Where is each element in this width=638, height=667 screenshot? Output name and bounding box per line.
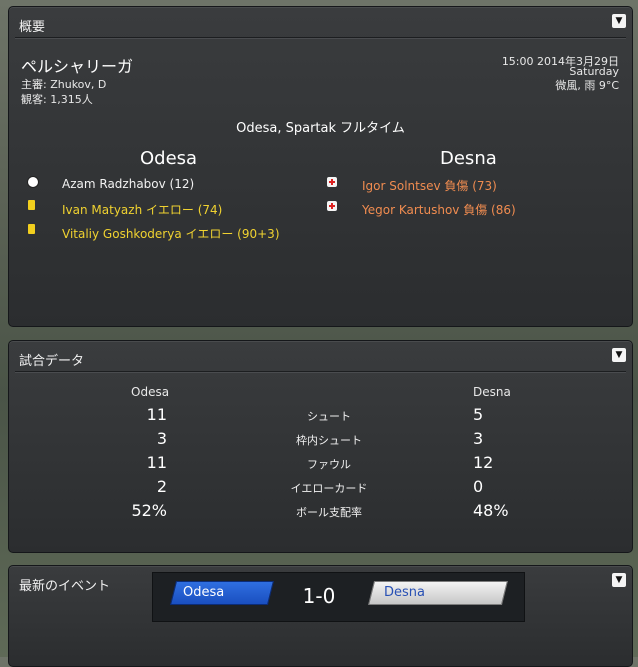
home-event-goal: Azam Radzhabov (12)	[62, 177, 195, 191]
stats-row: 52% ボール支配率 48%	[9, 501, 632, 525]
home-event-card: Vitaliy Goshkoderya イエロー (90+3)	[62, 227, 280, 241]
stat-label: 枠内シュート	[296, 434, 362, 447]
attendance-label: 観客:	[21, 93, 47, 106]
attendance-value: 1,315人	[50, 93, 93, 106]
scoreboard-score: 1-0	[302, 584, 336, 608]
home-event-card: Ivan Matyazh イエロー (74)	[62, 203, 223, 217]
stat-label: ファウル	[307, 458, 351, 471]
latest-events-panel: 最新のイベント ▼ Odesa 1-0 Desna	[8, 565, 633, 667]
chevron-down-icon: ▼	[615, 350, 623, 360]
stat-away-value: 12	[473, 453, 494, 472]
stat-home-value: 11	[146, 405, 167, 424]
yellow-card-icon	[28, 200, 35, 210]
away-event-injury: Igor Solntsev 負傷 (73)	[362, 179, 497, 193]
overview-panel: 概要 ▼ ペルシャリーガ 主審: Zhukov, D 観客: 1,315人 15…	[8, 6, 633, 327]
stat-home-value: 2	[156, 477, 167, 496]
stats-row: 11 ファウル 12	[9, 453, 632, 477]
stats-title: 試合データ	[19, 354, 85, 369]
stats-collapse-button[interactable]: ▼	[612, 348, 626, 362]
stat-home-value: 3	[156, 429, 167, 448]
injury-icon	[327, 177, 337, 187]
stats-row: 11 シュート 5	[9, 405, 632, 429]
stats-row: 2 イエローカード 0	[9, 477, 632, 501]
referee-label: 主審:	[21, 78, 47, 91]
stat-home-value: 11	[146, 453, 167, 472]
scoreboard: Odesa 1-0 Desna	[152, 572, 525, 622]
stat-away-value: 5	[473, 405, 484, 424]
latest-collapse-button[interactable]: ▼	[612, 573, 626, 587]
stats-home-header: Odesa	[131, 385, 170, 399]
home-team-name: Odesa	[140, 148, 198, 169]
stat-label: イエローカード	[290, 482, 368, 495]
match-weather: 微風, 雨 9°C	[555, 79, 619, 92]
chevron-down-icon: ▼	[615, 575, 623, 585]
stat-label: シュート	[307, 410, 351, 423]
scoreboard-away-team: Desna	[384, 585, 425, 600]
overview-collapse-button[interactable]: ▼	[612, 14, 626, 28]
referee-line: 主審: Zhukov, D	[21, 76, 106, 92]
latest-title: 最新のイベント	[19, 579, 111, 594]
stat-label: ボール支配率	[296, 506, 362, 519]
venue-status: Odesa, Spartak フルタイム	[236, 121, 405, 136]
chevron-down-icon: ▼	[615, 16, 623, 26]
yellow-card-icon	[28, 224, 35, 234]
stats-row: 3 枠内シュート 3	[9, 429, 632, 453]
stat-away-value: 0	[473, 477, 484, 496]
stat-away-value: 3	[473, 429, 484, 448]
match-stats-panel: 試合データ ▼ Odesa Desna 11 シュート 5 3 枠内シュート 3…	[8, 340, 633, 553]
scoreboard-home-team: Odesa	[183, 585, 225, 600]
attendance-line: 観客: 1,315人	[21, 91, 93, 107]
stat-away-value: 48%	[473, 501, 509, 520]
away-event-injury: Yegor Kartushov 負傷 (86)	[362, 203, 516, 217]
ball-icon	[27, 176, 39, 188]
divider	[15, 371, 626, 373]
divider	[15, 37, 626, 39]
stat-home-value: 52%	[131, 501, 167, 520]
competition-name: ペルシャリーガ	[21, 57, 134, 76]
away-team-name: Desna	[440, 148, 497, 169]
overview-title: 概要	[19, 20, 46, 35]
referee-name: Zhukov, D	[50, 78, 107, 91]
stats-away-header: Desna	[473, 385, 511, 399]
injury-icon	[327, 201, 337, 211]
